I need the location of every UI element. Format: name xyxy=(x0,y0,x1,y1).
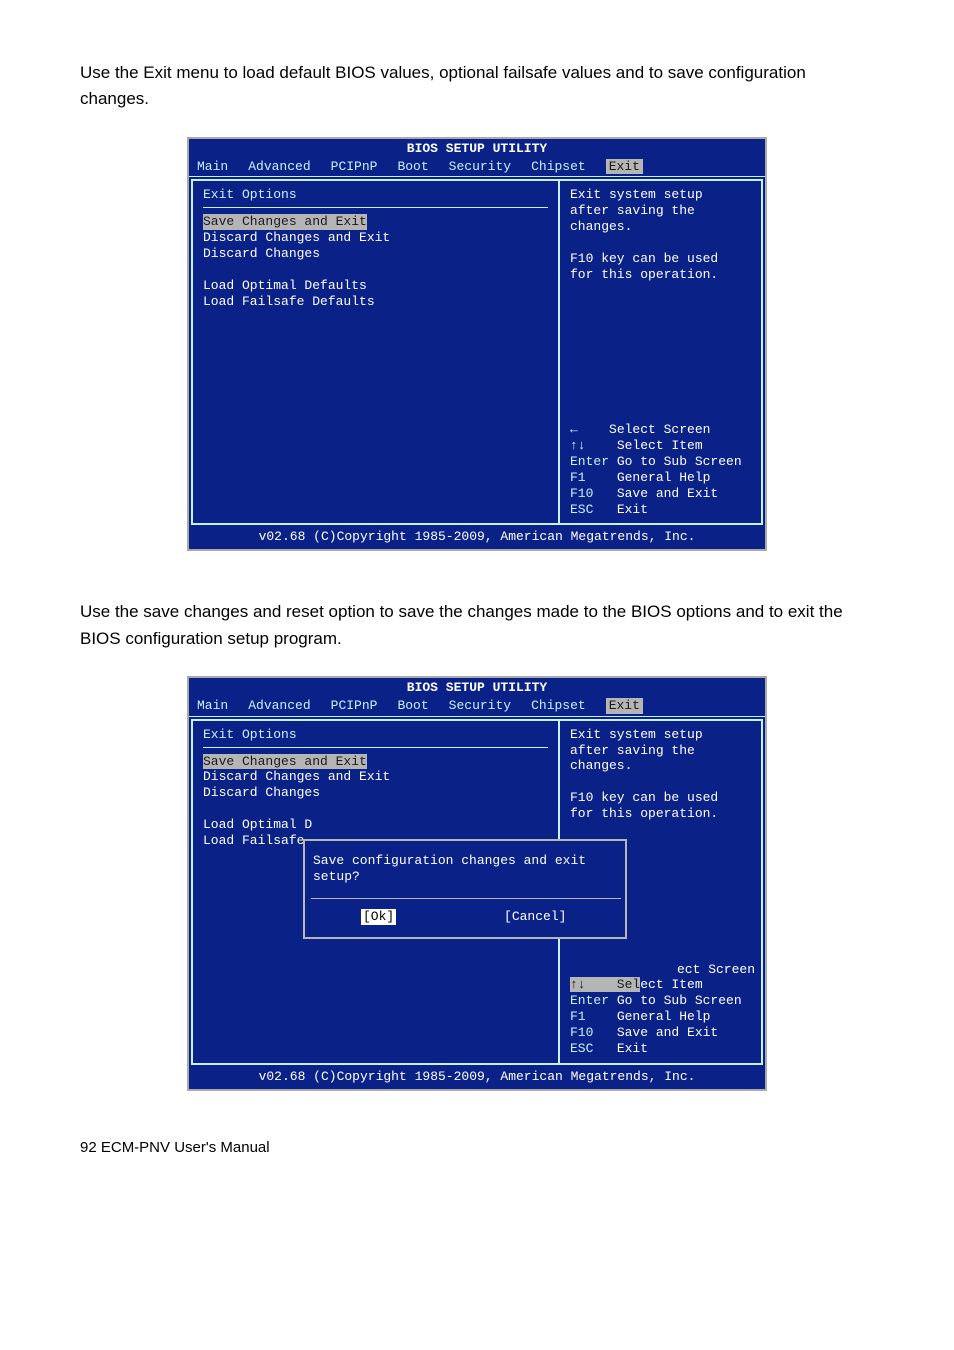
menu-discard-changes-exit[interactable]: Discard Changes and Exit xyxy=(203,230,548,246)
tab-main[interactable]: Main xyxy=(197,698,238,714)
menu-save-changes-exit[interactable]: Save Changes and Exit xyxy=(203,214,548,230)
key-updown-pre: ↑↓ Sel xyxy=(570,977,640,992)
bios-title: BIOS SETUP UTILITY xyxy=(189,139,765,159)
bios-left-pane: Exit Options Save Changes and Exit Disca… xyxy=(191,179,558,525)
bios-help-pane: Exit system setup after saving the chang… xyxy=(558,179,763,525)
tab-exit[interactable]: Exit xyxy=(606,159,643,175)
key-updown-post: ect Item xyxy=(640,977,702,992)
menu-load-optimal-trunc[interactable]: Load Optimal D xyxy=(203,817,548,833)
menu-save-changes-exit[interactable]: Save Changes and Exit xyxy=(203,754,548,770)
page-number-footer: 92 ECM-PNV User's Manual xyxy=(80,1139,874,1156)
menu-discard-changes[interactable]: Discard Changes xyxy=(203,785,548,801)
cancel-button[interactable]: [Cancel] xyxy=(504,909,566,925)
help-text: Exit system setup after saving the chang… xyxy=(570,187,755,282)
tab-advanced[interactable]: Advanced xyxy=(248,159,320,175)
tab-exit[interactable]: Exit xyxy=(606,698,643,714)
menu-blank xyxy=(203,262,548,278)
bios-footer: v02.68 (C)Copyright 1985-2009, American … xyxy=(189,1067,765,1089)
tab-chipset[interactable]: Chipset xyxy=(531,698,596,714)
bios-left-pane: Exit Options Save Changes and Exit Disca… xyxy=(191,719,558,1065)
tab-security[interactable]: Security xyxy=(449,159,521,175)
confirm-dialog: Save configuration changes and exit setu… xyxy=(303,839,627,940)
menu-blank xyxy=(203,801,548,817)
tab-chipset[interactable]: Chipset xyxy=(531,159,596,175)
tab-main[interactable]: Main xyxy=(197,159,238,175)
intro-paragraph-1: Use the Exit menu to load default BIOS v… xyxy=(80,60,874,113)
menu-load-failsafe[interactable]: Load Failsafe Defaults xyxy=(203,294,548,310)
bios-screenshot-1: BIOS SETUP UTILITY Main Advanced PCIPnP Boo… xyxy=(187,137,767,552)
key-legend: ect Screen ↑↓ Select Item Enter Go to Su… xyxy=(570,962,755,1057)
bios-screenshot-2: BIOS SETUP UTILITY Main Advanced PCIPnP Boo… xyxy=(187,676,767,1091)
tab-boot[interactable]: Boot xyxy=(397,698,438,714)
tab-pcipnp[interactable]: PCIPnP xyxy=(331,159,388,175)
section-title: Exit Options xyxy=(203,187,548,205)
tab-boot[interactable]: Boot xyxy=(397,159,438,175)
key-left-partial: ect Screen xyxy=(677,962,755,977)
menu-discard-changes[interactable]: Discard Changes xyxy=(203,246,548,262)
bios-menu-bar[interactable]: Main Advanced PCIPnP Boot Security Chipset Exi… xyxy=(189,698,765,716)
intro-paragraph-2: Use the save changes and reset option to… xyxy=(80,599,874,652)
bios-title: BIOS SETUP UTILITY xyxy=(189,678,765,698)
ok-button[interactable]: [Ok] xyxy=(361,909,396,925)
key-legend: ← Select Screen ↑↓ Select Item Enter Go … xyxy=(570,422,755,517)
tab-advanced[interactable]: Advanced xyxy=(248,698,320,714)
dialog-question: Save configuration changes and exit setu… xyxy=(311,843,621,899)
tab-security[interactable]: Security xyxy=(449,698,521,714)
menu-load-optimal[interactable]: Load Optimal Defaults xyxy=(203,278,548,294)
help-text: Exit system setup after saving the chang… xyxy=(570,727,755,822)
tab-pcipnp[interactable]: PCIPnP xyxy=(331,698,388,714)
section-title: Exit Options xyxy=(203,727,548,745)
bios-footer: v02.68 (C)Copyright 1985-2009, American … xyxy=(189,527,765,549)
bios-menu-bar[interactable]: Main Advanced PCIPnP Boot Security Chipset Exi… xyxy=(189,159,765,177)
divider xyxy=(203,207,548,208)
menu-discard-changes-exit[interactable]: Discard Changes and Exit xyxy=(203,769,548,785)
divider xyxy=(203,747,548,748)
